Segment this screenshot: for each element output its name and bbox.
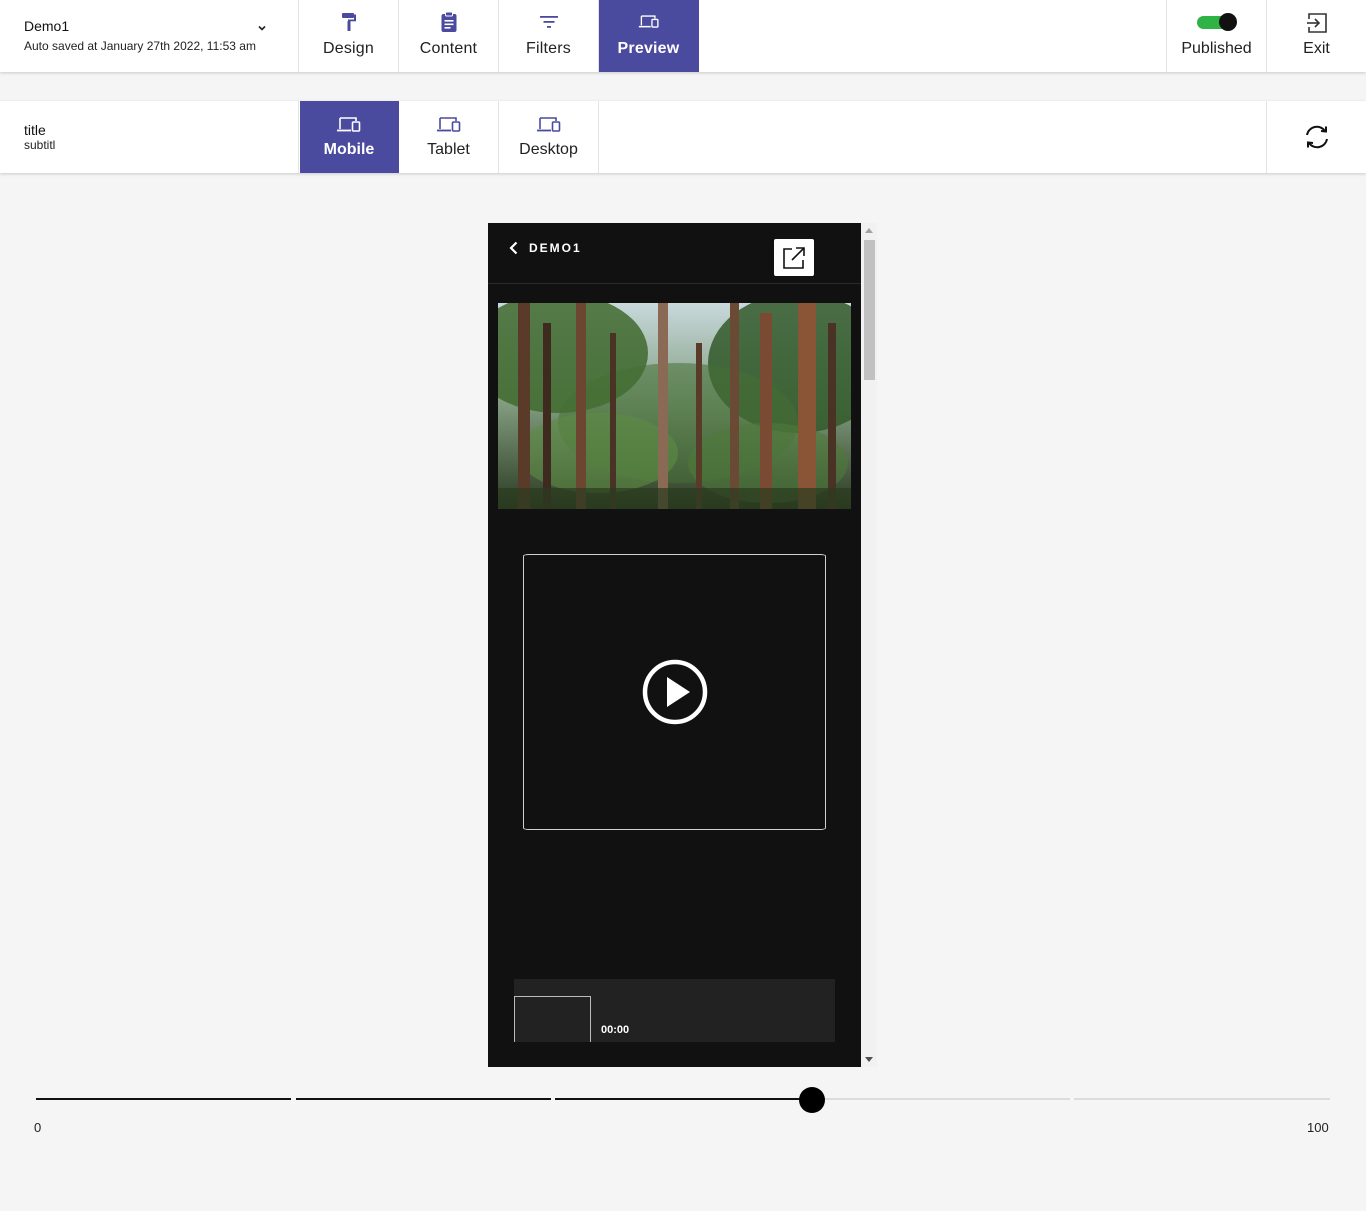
devices-icon	[436, 117, 460, 132]
filters-tab[interactable]: Filters	[499, 0, 599, 72]
subbar-spacer	[599, 101, 1266, 173]
filters-tab-label: Filters	[526, 40, 571, 57]
exit-button[interactable]: Exit	[1266, 0, 1366, 72]
video-player[interactable]	[523, 554, 826, 830]
device-desktop-label: Desktop	[519, 141, 578, 158]
open-external-button[interactable]	[774, 239, 814, 276]
preview-tab[interactable]: Preview	[599, 0, 699, 72]
refresh-icon	[1305, 125, 1328, 149]
refresh-button[interactable]	[1266, 101, 1366, 173]
slider-segment	[296, 1098, 551, 1100]
paint-roller-icon	[341, 13, 356, 31]
device-desktop-button[interactable]: Desktop	[499, 101, 599, 173]
page-subtitle: subtitl	[24, 138, 56, 152]
scroll-thumb[interactable]	[864, 240, 875, 380]
external-link-icon	[783, 246, 805, 269]
forest-image	[498, 303, 851, 509]
mobile-preview-frame: DEMO1 00:00	[488, 223, 861, 1067]
preview-toolbar: title subtitl Mobile Tablet Desktop	[0, 101, 1366, 173]
scroll-up-arrow[interactable]	[865, 228, 873, 233]
mini-player-thumbnail[interactable]	[514, 996, 591, 1042]
device-mobile-label: Mobile	[323, 141, 375, 158]
device-tablet-label: Tablet	[427, 141, 470, 158]
scroll-down-arrow[interactable]	[865, 1057, 873, 1062]
project-name: Demo1	[24, 18, 70, 34]
clipboard-icon	[441, 11, 456, 32]
range-slider[interactable]	[36, 1086, 1330, 1114]
slider-segment	[36, 1098, 291, 1100]
chevron-down-icon[interactable]	[256, 22, 268, 34]
preview-header: DEMO1	[488, 223, 861, 284]
top-toolbar: Demo1 Auto saved at January 27th 2022, 1…	[0, 0, 1366, 72]
published-label: Published	[1181, 40, 1252, 57]
devices-icon	[638, 15, 659, 28]
project-selector[interactable]: Demo1 Auto saved at January 27th 2022, 1…	[0, 0, 299, 72]
slider-max-label: 100	[1307, 1120, 1329, 1135]
devices-icon	[536, 117, 560, 132]
autosave-status: Auto saved at January 27th 2022, 11:53 a…	[24, 39, 256, 53]
slider-thumb[interactable]	[799, 1087, 826, 1113]
slider-segment	[812, 1098, 1070, 1100]
devices-icon	[337, 117, 361, 132]
slider-segment	[555, 1098, 812, 1100]
preview-scrollbar[interactable]	[861, 223, 877, 1067]
design-tab[interactable]: Design	[299, 0, 399, 72]
device-tablet-button[interactable]: Tablet	[399, 101, 499, 173]
published-toggle[interactable]	[1195, 11, 1239, 33]
toggle-knob	[1218, 13, 1237, 31]
device-mobile-button[interactable]: Mobile	[300, 101, 399, 173]
exit-icon	[1306, 13, 1327, 33]
slider-min-label: 0	[34, 1120, 42, 1135]
page-title: title	[24, 122, 46, 138]
publish-toggle-button[interactable]: Published	[1166, 0, 1266, 72]
filter-icon	[539, 16, 558, 28]
play-icon[interactable]	[642, 659, 708, 725]
content-tab[interactable]: Content	[399, 0, 499, 72]
preview-tab-label: Preview	[617, 40, 680, 57]
exit-label: Exit	[1303, 40, 1330, 57]
preview-title: DEMO1	[529, 241, 582, 255]
slider-segment	[1074, 1098, 1330, 1100]
page-title-block: title subtitl	[0, 101, 299, 173]
playback-time: 00:00	[601, 1024, 630, 1036]
mini-player: 00:00	[514, 979, 835, 1042]
chevron-left-icon[interactable]	[508, 241, 520, 255]
content-tab-label: Content	[419, 40, 478, 57]
design-tab-label: Design	[322, 40, 374, 57]
